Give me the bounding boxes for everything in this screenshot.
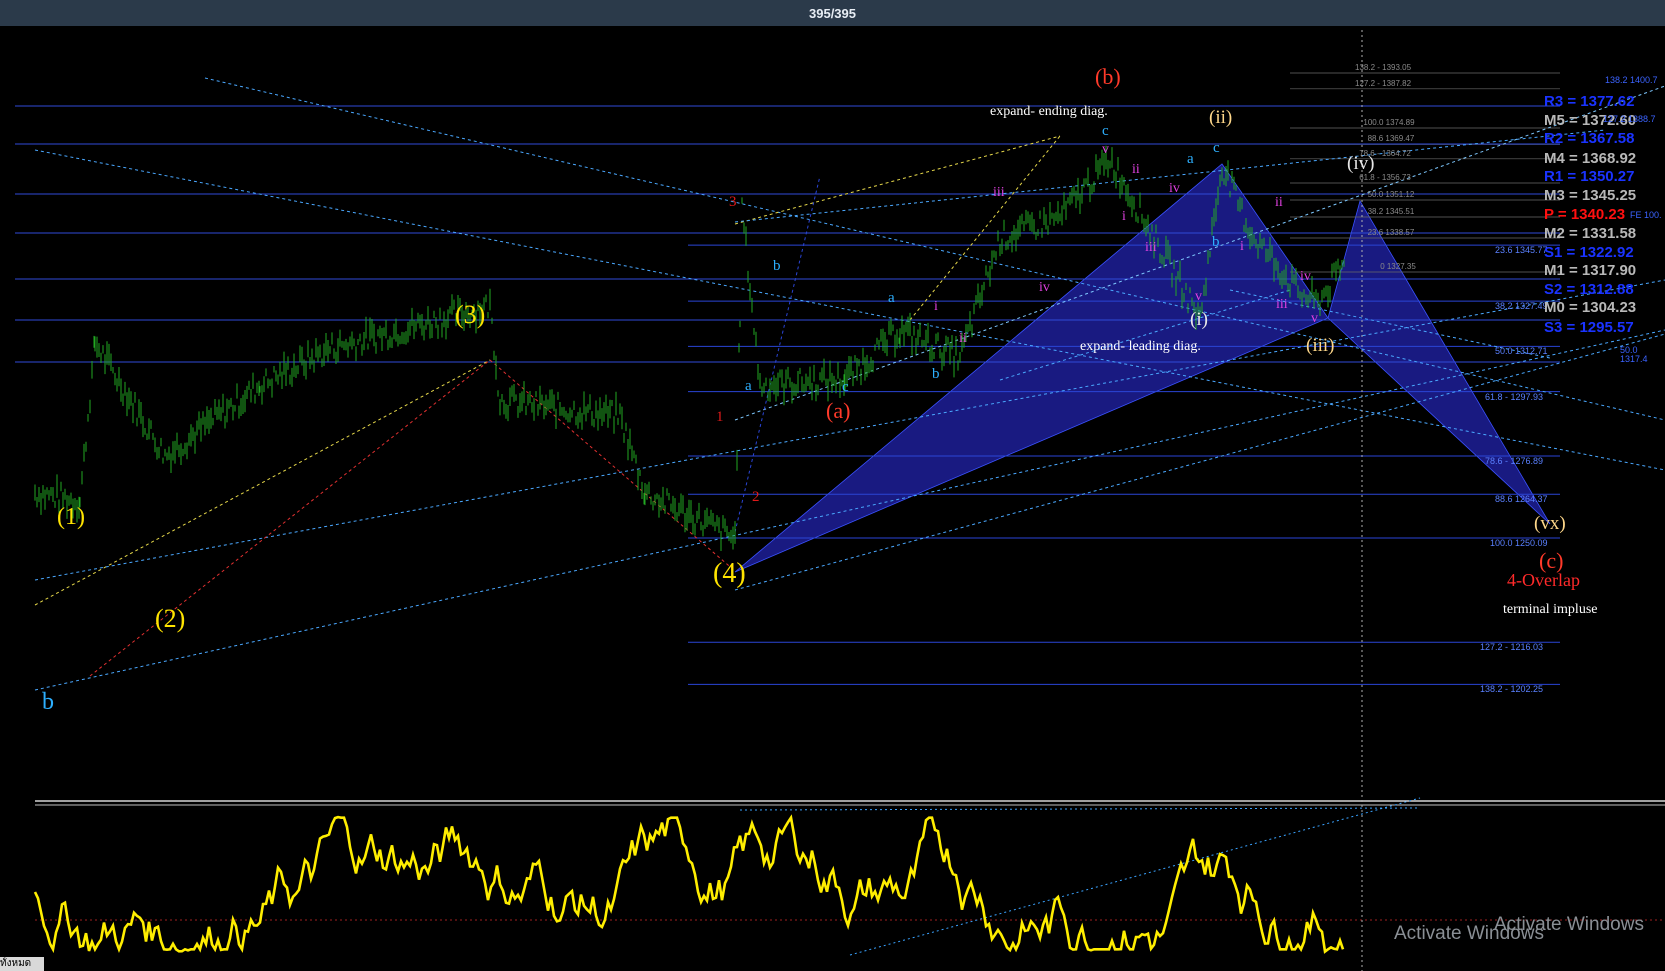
count-1: 1: [716, 409, 724, 425]
fib-label-upper-61.8: 61.8 - 1356.73: [1359, 173, 1411, 182]
count-iv-2: iv: [1169, 181, 1180, 196]
wave-label-ii: (ii): [1209, 107, 1233, 128]
count-iii-1: iii: [993, 185, 1005, 200]
pivot-label-m3: M3 = 1345.25: [1544, 187, 1637, 204]
fib-label-main-50.0: 50.0 1312.71: [1495, 346, 1548, 357]
count-c-1: c: [842, 379, 849, 395]
fib-label-main-127.2: 127.2 - 1216.03: [1480, 642, 1544, 653]
count-ii-2: ii: [1132, 162, 1140, 177]
count-iv-1: iv: [1039, 280, 1050, 295]
count-a-3: a: [1187, 151, 1194, 167]
fib-label-upper-78.6: 78.6 - 1364.72: [1359, 148, 1411, 158]
fib-label-main-78.6: 78.6 - 1276.89: [1485, 455, 1544, 466]
annotation-terminal-impulse: terminal impluse: [1503, 602, 1598, 617]
wave-label-3: (3): [455, 300, 486, 329]
pivot-label-s3: S3 = 1295.57: [1544, 319, 1634, 336]
label-layer: (1) (2) (3) (4) b (a) (b) (c) (i) (ii) (…: [0, 26, 1665, 971]
pivot-label-r2: R2 = 1367.58: [1544, 130, 1635, 147]
wave-label-i: (i): [1190, 309, 1208, 330]
wave-label-a: (a): [826, 398, 851, 423]
fib-label-upper-0: 0 1327.35: [1380, 262, 1416, 271]
fib-label-upper-100.0: 100.0 1374.89: [1363, 118, 1415, 127]
fib-edge-label-4: 50.0 1317.4: [1620, 345, 1648, 364]
count-i-3: i: [1240, 239, 1244, 254]
annotation-4-overlap: 4-Overlap: [1507, 570, 1580, 590]
fib-label-upper-50.0: 50.0 1351.12: [1367, 190, 1415, 199]
fib-edge-label-2: 127.2 1388.7: [1603, 114, 1656, 124]
pivot-label-r1: R1 = 1350.27: [1544, 168, 1635, 185]
wave-label-vx: (vx): [1534, 513, 1566, 534]
count-ii-1: ii: [959, 331, 967, 346]
fib-edge-label-3: FE 100.: [1630, 210, 1662, 220]
count-iii-2: iii: [1145, 240, 1157, 255]
count-iii-3: iii: [1276, 297, 1288, 312]
count-ii-3: ii: [1275, 195, 1283, 210]
count-i-2: i: [1122, 209, 1126, 224]
fib-label-upper-127.2: 127.2 - 1387.82: [1355, 78, 1412, 88]
count-2: 2: [752, 489, 760, 505]
count-v-1: v: [1102, 142, 1109, 157]
count-v-3: v: [1311, 311, 1318, 326]
title-bar: 395/395: [0, 0, 1665, 26]
fib-label-main-100.0: 100.0 1250.09: [1490, 538, 1548, 548]
count-3: 3: [729, 194, 737, 210]
fib-label-upper-88.6: 88.6 1369.47: [1367, 134, 1415, 144]
count-b-1: b: [773, 258, 781, 274]
pivot-label-m0: M0 = 1304.23: [1544, 299, 1637, 316]
pivot-label-m1: M1 = 1317.90: [1544, 262, 1637, 279]
fib-label-main-88.6: 88.6 1264.37: [1495, 494, 1548, 505]
count-i-1: i: [934, 299, 938, 314]
wave-label-iii: (iii): [1306, 335, 1335, 356]
wave-label-b: (b): [1095, 64, 1121, 89]
count-a-1: a: [745, 378, 752, 394]
fib-label-upper-38.2: 38.2 1345.51: [1367, 206, 1415, 216]
count-b-3: b: [1212, 234, 1220, 250]
annotation-ending-diag: expand- ending diag.: [990, 104, 1108, 119]
wave-label-2: (2): [155, 604, 186, 633]
pivot-label-r3: R3 = 1377.62: [1544, 93, 1635, 110]
fib-label-upper-138.2: 138.2 - 1393.05: [1355, 62, 1412, 72]
count-c-3: c: [1213, 140, 1220, 156]
pivot-label-p: P = 1340.23: [1544, 206, 1626, 223]
wave-label-4: (4): [713, 558, 746, 589]
wave-label-c: (c): [1539, 548, 1564, 573]
fib-label-main-61.8: 61.8 - 1297.93: [1485, 391, 1544, 402]
fib-label-main-138.2: 138.2 - 1202.25: [1480, 684, 1544, 695]
start-label-b: b: [42, 689, 54, 715]
annotation-leading-diag: expand- leading diag.: [1080, 339, 1201, 354]
pivot-label-m2: M2 = 1331.58: [1544, 225, 1637, 242]
wave-label-1: (1): [57, 504, 85, 530]
count-b-2: b: [932, 366, 940, 382]
chart-counter: 395/395: [809, 5, 856, 21]
count-a-2: a: [888, 290, 895, 306]
pivot-label-s1: S1 = 1322.92: [1544, 244, 1634, 261]
sheet-tab[interactable]: ทั้งหมด: [0, 957, 44, 971]
watermark-front: Activate Windows: [1394, 923, 1544, 944]
pivot-label-s2: S2 = 1312.88: [1544, 281, 1634, 298]
fib-label-upper-23.6: 23.6 1338.57: [1367, 228, 1415, 237]
count-iv-3: iv: [1300, 269, 1311, 284]
fib-label-main-23.6: 23.6 1345.77: [1495, 245, 1548, 256]
count-c-2: c: [1102, 123, 1109, 139]
pivot-label-m4: M4 = 1368.92: [1544, 150, 1637, 167]
count-v-2: v: [1195, 289, 1202, 304]
fib-label-main-38.2: 38.2 1327.49: [1495, 301, 1548, 312]
fib-edge-label-1: 138.2 1400.7: [1605, 75, 1658, 85]
